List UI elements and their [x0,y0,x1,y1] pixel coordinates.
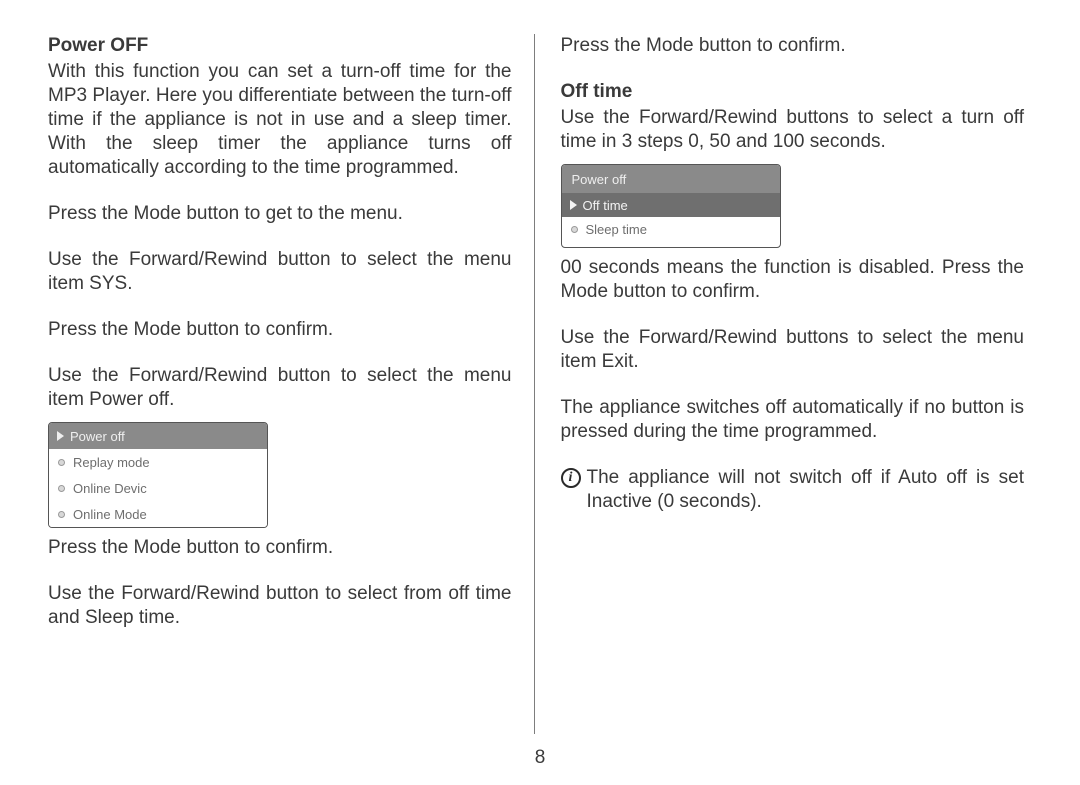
device-screen-poweroff: Power off Off time Sleep time [561,164,781,248]
menu-label: Online Devic [73,481,147,496]
paragraph: The appliance will not switch off if Aut… [587,466,1025,514]
menu-label: Online Mode [73,507,147,522]
menu-label: Power off [70,429,125,444]
arrow-right-icon [57,431,64,441]
paragraph: Press the Mode button to get to the menu… [48,202,512,226]
menu-item-selected: Power off [49,423,267,449]
screen-header-label: Power off [572,172,627,187]
bullet-icon [571,226,578,233]
menu-item: Online Devic [49,475,267,501]
right-column: Press the Mode button to confirm. Off ti… [534,34,1033,734]
heading-off-time: Off time [561,80,1025,104]
heading-power-off: Power OFF [48,34,512,58]
paragraph: Use the Forward/Rewind button to select … [48,248,512,296]
menu-item: Sleep time [562,217,780,241]
device-screen-menu: Power off Replay mode Online Devic Onlin… [48,422,268,528]
menu-label: Off time [583,198,628,213]
info-icon: i [561,468,581,488]
menu-item-selected: Off time [562,193,780,217]
arrow-right-icon [570,200,577,210]
paragraph: Press the Mode button to confirm. [561,34,1025,58]
menu-label: Sleep time [586,222,647,237]
menu-label: Replay mode [73,455,150,470]
page-number: 8 [0,747,1080,769]
paragraph: Use the Forward/Rewind buttons to select… [561,326,1025,374]
menu-item: Replay mode [49,449,267,475]
info-note: i The appliance will not switch off if A… [561,466,1025,514]
paragraph: 00 seconds means the function is disable… [561,256,1025,304]
paragraph: Press the Mode button to confirm. [48,318,512,342]
screen-header: Power off [562,165,780,193]
paragraph: Use the Forward/Rewind button to select … [48,364,512,412]
paragraph: The appliance switches off automatically… [561,396,1025,444]
paragraph: Use the Forward/Rewind buttons to select… [561,106,1025,154]
left-column: Power OFF With this function you can set… [48,34,534,734]
paragraph: Press the Mode button to confirm. [48,536,512,560]
bullet-icon [58,459,65,466]
menu-item: Online Mode [49,501,267,527]
paragraph: Use the Forward/Rewind button to select … [48,582,512,630]
paragraph: With this function you can set a turn-of… [48,60,512,180]
bullet-icon [58,485,65,492]
page-columns: Power OFF With this function you can set… [48,34,1032,734]
bullet-icon [58,511,65,518]
